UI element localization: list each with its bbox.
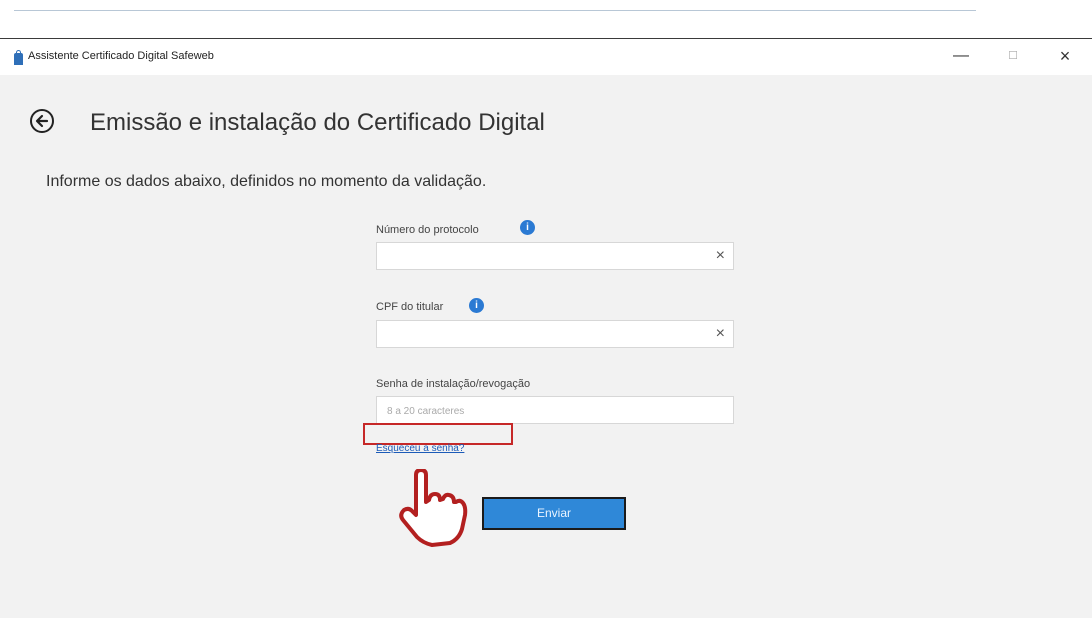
minimize-icon[interactable]: —: [946, 44, 976, 68]
forgot-password-link[interactable]: Esqueceu a senha?: [376, 443, 464, 454]
app-logo-icon: [14, 50, 23, 65]
close-icon[interactable]: ×: [1050, 44, 1080, 68]
top-divider: [14, 10, 976, 11]
pointing-hand-icon: [399, 469, 468, 547]
highlight-box: [363, 423, 513, 445]
app-window: Assistente Certificado Digital Safeweb —…: [0, 38, 1092, 618]
password-label: Senha de instalação/revogação: [376, 378, 531, 390]
close-icon[interactable]: ×: [716, 247, 725, 265]
submit-button[interactable]: Enviar: [482, 497, 626, 530]
protocol-field[interactable]: [385, 244, 709, 270]
close-icon[interactable]: ×: [716, 325, 725, 343]
password-field[interactable]: [385, 398, 709, 424]
info-icon[interactable]: i: [469, 298, 484, 313]
cpf-label: CPF do titular: [376, 301, 444, 313]
password-input[interactable]: [376, 396, 734, 424]
info-icon[interactable]: i: [520, 220, 535, 235]
cpf-field[interactable]: [385, 322, 709, 348]
page-title: Emissão e instalação do Certificado Digi…: [90, 109, 545, 136]
protocol-input[interactable]: ×: [376, 242, 734, 270]
instructions-text: Informe os dados abaixo, definidos no mo…: [46, 173, 487, 190]
arrow-left-icon: [35, 114, 49, 128]
protocol-label: Número do protocolo: [376, 224, 479, 236]
window-title: Assistente Certificado Digital Safeweb: [28, 50, 214, 62]
title-bar: Assistente Certificado Digital Safeweb —…: [0, 39, 1092, 75]
maximize-icon[interactable]: ☐: [998, 44, 1028, 68]
back-button[interactable]: [30, 109, 54, 133]
cpf-input[interactable]: ×: [376, 320, 734, 348]
